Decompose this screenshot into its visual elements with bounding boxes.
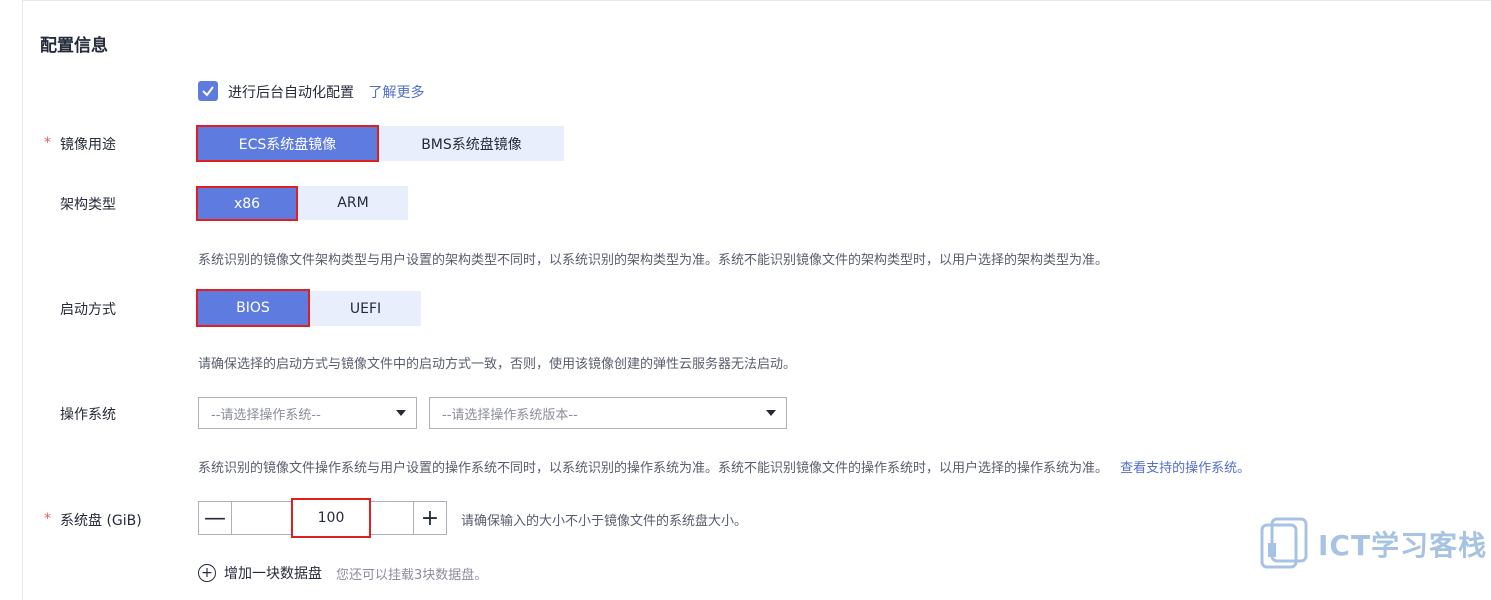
required-mark: *	[44, 511, 51, 527]
segment-ecs-image[interactable]: ECS系统盘镜像	[196, 125, 379, 162]
segment-bios[interactable]: BIOS	[196, 289, 310, 327]
decrement-button[interactable]: —	[199, 502, 232, 534]
arch-hint: 系统识别的镜像文件架构类型与用户设置的架构类型不同时，以系统识别的架构类型为准。…	[198, 253, 1109, 268]
watermark-logo-icon	[1260, 517, 1308, 569]
caret-down-icon	[396, 410, 406, 416]
supported-os-link[interactable]: 查看支持的操作系统。	[1120, 461, 1250, 476]
segment-arm[interactable]: ARM	[298, 186, 408, 220]
watermark: ICT学习客栈	[1258, 517, 1487, 571]
system-disk-input[interactable]: 100	[291, 498, 371, 538]
os-label: 操作系统	[60, 407, 116, 423]
auto-config-row: 进行后台自动化配置 了解更多	[228, 82, 424, 102]
os-version-select[interactable]: --请选择操作系统版本--	[429, 397, 787, 429]
watermark-text: ICT学习客栈	[1318, 529, 1488, 562]
segment-x86[interactable]: x86	[196, 186, 298, 221]
auto-config-label: 进行后台自动化配置	[228, 85, 354, 101]
add-data-disk-button[interactable]: + 增加一块数据盘 您还可以挂载3块数据盘。	[198, 563, 487, 583]
boot-hint: 请确保选择的启动方式与镜像文件中的启动方式一致，否则，使用该镜像创建的弹性云服务…	[198, 357, 797, 372]
system-disk-hint: 请确保输入的大小不小于镜像文件的系统盘大小。	[461, 514, 748, 529]
caret-down-icon	[766, 410, 776, 416]
section-title: 配置信息	[40, 36, 108, 56]
boot-label: 启动方式	[60, 302, 116, 318]
auto-config-checkbox[interactable]	[198, 81, 218, 101]
segment-uefi[interactable]: UEFI	[310, 291, 421, 326]
increment-button[interactable]: +	[413, 502, 446, 534]
image-usage-label: 镜像用途	[60, 137, 116, 153]
system-disk-label: 系统盘 (GiB)	[60, 513, 142, 529]
add-data-disk-label: 增加一块数据盘	[224, 566, 322, 582]
os-hint: 系统识别的镜像文件操作系统与用户设置的操作系统不同时，以系统识别的操作系统为准。…	[198, 461, 1109, 476]
os-select[interactable]: --请选择操作系统--	[198, 397, 417, 429]
image-usage-label-row: * 镜像用途	[44, 134, 116, 154]
system-disk-label-row: * 系统盘 (GiB)	[44, 510, 142, 530]
learn-more-link[interactable]: 了解更多	[368, 85, 424, 101]
os-hint-row: 系统识别的镜像文件操作系统与用户设置的操作系统不同时，以系统识别的操作系统为准。…	[198, 457, 1250, 476]
segment-bms-image[interactable]: BMS系统盘镜像	[379, 126, 564, 161]
system-disk-stepper: — 100 +	[198, 498, 447, 538]
data-disk-hint: 您还可以挂载3块数据盘。	[336, 567, 488, 583]
arch-label: 架构类型	[60, 197, 116, 213]
check-icon	[202, 86, 214, 97]
required-mark: *	[44, 135, 51, 151]
os-select-placeholder: --请选择操作系统--	[211, 407, 321, 423]
plus-circle-icon: +	[198, 564, 216, 582]
os-version-select-placeholder: --请选择操作系统版本--	[442, 407, 578, 423]
